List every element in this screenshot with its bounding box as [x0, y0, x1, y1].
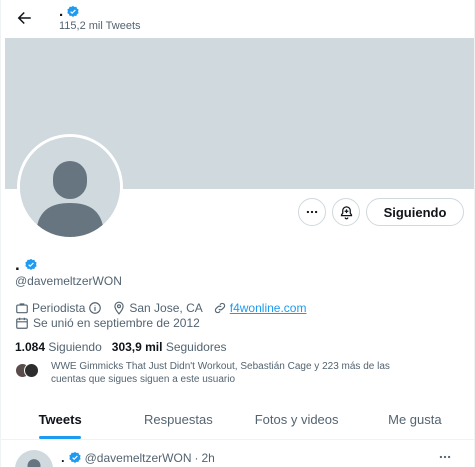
profile-meta: Periodista San Jose, CA f4wonline.com: [15, 301, 316, 315]
location-item: San Jose, CA: [112, 301, 203, 315]
website-item: f4wonline.com: [213, 301, 307, 315]
tweet-count: 115,2 mil Tweets: [59, 20, 141, 32]
more-icon: [439, 455, 451, 459]
info-icon[interactable]: [88, 301, 102, 315]
following-button[interactable]: Siguiendo: [366, 198, 464, 226]
website-link[interactable]: f4wonline.com: [230, 301, 307, 315]
tweet-more-button[interactable]: [436, 449, 454, 465]
calendar-icon: [16, 317, 28, 329]
tweet-time[interactable]: 2h: [202, 451, 215, 465]
location-pin-icon: [114, 301, 125, 315]
category-item: Periodista: [15, 301, 102, 315]
notification-bell-icon: [340, 205, 352, 219]
default-avatar-icon: [20, 137, 120, 237]
link-icon: [214, 302, 225, 314]
followers-stat-label: Seguidores: [165, 340, 227, 354]
profile-tabs: Tweets Respuestas Fotos y videos Me gust…: [1, 400, 474, 440]
verified-badge-icon: [68, 451, 81, 463]
followers-stat[interactable]: 303,9 mil Seguidores: [112, 340, 227, 354]
tab-label: Tweets: [38, 412, 82, 427]
location-label: San Jose, CA: [129, 301, 203, 315]
tweet[interactable]: . @davemeltzerWON · 2h: [1, 441, 474, 467]
profile-handle: @davemeltzerWON: [15, 274, 122, 288]
profile-name-row: .: [15, 256, 38, 274]
tab-label: Fotos y videos: [254, 412, 339, 427]
profile-avatar[interactable]: [17, 134, 123, 240]
default-avatar-icon: [27, 459, 41, 467]
active-tab-indicator: [39, 436, 82, 439]
followers-count: 303,9 mil: [111, 340, 163, 354]
following-stat-label: Siguiendo: [48, 340, 102, 354]
category-label: Periodista: [32, 301, 86, 315]
tab-label: Me gusta: [388, 412, 442, 427]
profile-header: . 115,2 mil Tweets: [1, 0, 474, 38]
tab-label: Respuestas: [144, 412, 213, 427]
verified-badge-icon[interactable]: [24, 258, 38, 272]
following-stat[interactable]: 1.084 Siguiendo: [15, 340, 102, 354]
joined-label: Se unió en septiembre de 2012: [33, 316, 200, 330]
verified-badge-icon: [67, 5, 79, 17]
tweet-author-name[interactable]: .: [61, 450, 65, 465]
mutual-avatars: [15, 363, 45, 379]
header-name: .: [59, 3, 64, 20]
more-options-button[interactable]: [298, 198, 326, 226]
tab-media[interactable]: Fotos y videos: [238, 400, 356, 439]
following-count: 1.084: [15, 340, 46, 354]
tweet-separator: ·: [194, 450, 199, 465]
profile-page: . 115,2 mil Tweets Siguiendo . @davemelt…: [0, 0, 475, 467]
header-title-row: .: [59, 3, 80, 20]
tab-likes[interactable]: Me gusta: [356, 400, 474, 439]
tab-tweets[interactable]: Tweets: [1, 400, 119, 439]
follow-stats: 1.084 Siguiendo 303,9 mil Seguidores: [15, 340, 227, 354]
tweet-header: . @davemeltzerWON · 2h: [61, 450, 215, 465]
joined-date: Se unió en septiembre de 2012: [15, 316, 200, 330]
notifications-button[interactable]: [332, 198, 360, 226]
mutual-avatar: [24, 363, 39, 378]
followers-you-know-text: WWE Gimmicks That Just Didn't Workout, S…: [51, 361, 390, 385]
tab-replies[interactable]: Respuestas: [119, 400, 237, 439]
more-icon: [306, 210, 318, 214]
back-arrow-icon[interactable]: [15, 9, 33, 27]
followers-you-know[interactable]: WWE Gimmicks That Just Didn't Workout, S…: [15, 360, 411, 386]
briefcase-icon: [16, 303, 28, 314]
tweet-author-handle[interactable]: @davemeltzerWON: [85, 451, 192, 465]
tweet-avatar[interactable]: [15, 450, 53, 467]
profile-name: .: [15, 255, 20, 274]
